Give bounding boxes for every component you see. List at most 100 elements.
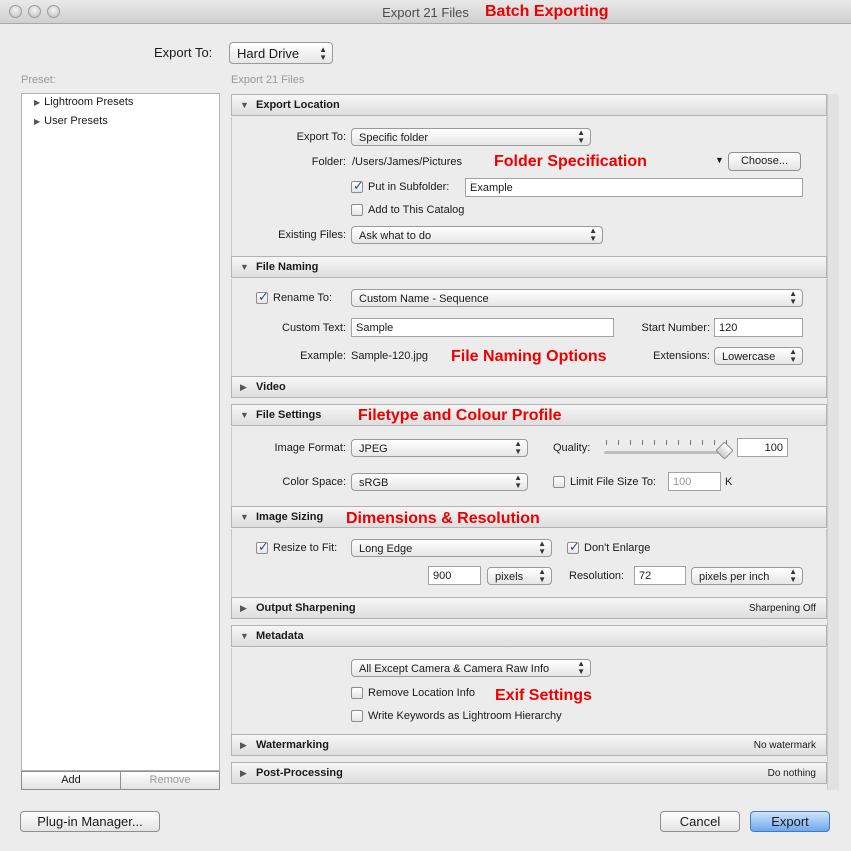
popup-arrows-icon: ▲ ▼ [789,567,797,584]
resize-label: Resize to Fit: [273,542,338,554]
section-title: File Naming [256,261,319,273]
export-location-popup[interactable]: Specific folder ▲ ▼ [351,128,591,146]
color-space-value: sRGB [359,477,389,489]
limit-size-checkbox[interactable] [553,476,565,488]
disclosure-expanded-icon[interactable]: ▼ [240,410,249,420]
slider-tick [678,440,679,445]
resolution-unit-popup[interactable]: pixels per inch ▲ ▼ [691,567,803,585]
limit-size-label: Limit File Size To: [570,476,656,488]
rename-checkbox[interactable] [256,289,269,305]
resolution-label: Resolution: [569,570,625,582]
existing-files-label: Existing Files: [278,229,346,241]
section-title: Image Sizing [256,511,324,523]
section-status: No watermark [753,740,816,751]
section-video[interactable]: ▶ Video [231,376,827,398]
section-title: Post-Processing [256,767,343,779]
slider-tick [618,440,619,445]
quality-slider-track[interactable] [604,451,730,454]
image-format-popup[interactable]: JPEG ▲ ▼ [351,439,528,457]
resolution-unit-value: pixels per inch [699,571,770,583]
section-title: Video [256,381,286,393]
section-post-processing[interactable]: ▶ Post-Processing Do nothing [231,762,827,784]
rename-template-popup[interactable]: Custom Name - Sequence ▲ ▼ [351,289,803,307]
metadata-include-popup[interactable]: All Except Camera & Camera Raw Info ▲ ▼ [351,659,591,677]
popup-arrows-icon: ▲ ▼ [589,226,597,243]
popup-arrows-icon: ▲ ▼ [514,473,522,490]
existing-files-value: Ask what to do [359,230,432,242]
remove-location-checkbox[interactable] [351,687,363,699]
example-value: Sample-120.jpg [351,350,429,362]
export-button[interactable]: Export [750,811,830,832]
disclosure-collapsed-icon[interactable]: ▶ [240,603,247,614]
section-export-location[interactable]: ▼ Export Location [231,94,827,116]
disclosure-expanded-icon[interactable]: ▼ [240,262,249,272]
files-header: Export 21 Files [231,74,305,86]
preset-list: ▶ Lightroom Presets ▶ User Presets [21,93,220,771]
popup-arrows-icon: ▲ ▼ [789,289,797,306]
subfolder-checkbox[interactable] [351,178,364,194]
example-label: Example: [300,350,346,362]
size-unit-popup[interactable]: pixels ▲ ▼ [487,567,552,585]
add-catalog-label: Add to This Catalog [368,204,465,216]
plugin-manager-button[interactable]: Plug-in Manager... [20,811,160,832]
preset-folder-lightroom[interactable]: ▶ Lightroom Presets [34,96,133,108]
subfolder-input[interactable]: Example [465,178,803,197]
section-file-naming[interactable]: ▼ File Naming [231,256,827,278]
disclosure-collapsed-icon[interactable]: ▶ [240,382,247,393]
write-keywords-checkbox[interactable] [351,710,363,722]
title-bar: Export 21 Files [0,0,851,24]
metadata-include-value: All Except Camera & Camera Raw Info [359,663,550,675]
disclosure-collapsed-icon[interactable]: ▶ [240,740,247,751]
resize-mode-value: Long Edge [359,543,413,555]
section-watermarking[interactable]: ▶ Watermarking No watermark [231,734,827,756]
dont-enlarge-checkbox[interactable] [567,539,580,555]
popup-arrows-icon: ▲ ▼ [514,439,522,456]
slider-tick [606,440,607,445]
resize-mode-popup[interactable]: Long Edge ▲ ▼ [351,539,552,557]
rename-template-value: Custom Name - Sequence [359,293,489,305]
disclosure-triangle-icon[interactable]: ▶ [34,117,40,126]
slider-tick [642,440,643,445]
resolution-input[interactable]: 72 [634,566,686,585]
add-catalog-checkbox[interactable] [351,204,363,216]
sections-scrollbar[interactable] [827,94,839,790]
disclosure-triangle-icon[interactable]: ▶ [34,98,40,107]
start-number-input[interactable]: 120 [714,318,803,337]
custom-text-label: Custom Text: [282,322,346,334]
choose-folder-button[interactable]: Choose... [728,152,801,171]
popup-arrows-icon: ▲ ▼ [577,128,585,145]
disclosure-expanded-icon[interactable]: ▼ [240,631,249,641]
slider-tick [714,440,715,445]
extensions-popup[interactable]: Lowercase ▲ ▼ [714,347,803,365]
preset-label: Preset: [21,74,56,86]
custom-text-input[interactable]: Sample [351,318,614,337]
preset-folder-user[interactable]: ▶ User Presets [34,115,108,127]
export-to-popup[interactable]: Hard Drive ▲ ▼ [229,42,333,64]
slider-tick [666,440,667,445]
annotation-folder: Folder Specification [494,153,647,170]
size-input[interactable]: 900 [428,566,481,585]
section-metadata[interactable]: ▼ Metadata [231,625,827,647]
existing-files-popup[interactable]: Ask what to do ▲ ▼ [351,226,603,244]
subfolder-label: Put in Subfolder: [368,181,450,193]
preset-folder-label: User Presets [44,115,108,127]
quality-input[interactable]: 100 [737,438,788,457]
cancel-button[interactable]: Cancel [660,811,740,832]
section-title: Watermarking [256,739,329,751]
slider-tick [690,440,691,445]
add-preset-button[interactable]: Add [21,771,121,790]
disclosure-collapsed-icon[interactable]: ▶ [240,768,247,779]
folder-history-icon[interactable]: ▼ [715,155,724,165]
section-title: Export Location [256,99,340,111]
resize-checkbox[interactable] [256,539,269,555]
section-output-sharpening[interactable]: ▶ Output Sharpening Sharpening Off [231,597,827,619]
export-to-label: Export To: [154,45,213,60]
disclosure-expanded-icon[interactable]: ▼ [240,512,249,522]
remove-preset-button[interactable]: Remove [120,771,220,790]
annotation-batch: Batch Exporting [485,3,609,20]
remove-location-label: Remove Location Info [368,687,476,699]
popup-arrows-icon: ▲ ▼ [319,45,327,62]
disclosure-expanded-icon[interactable]: ▼ [240,100,249,110]
limit-size-input[interactable]: 100 [668,472,721,491]
color-space-popup[interactable]: sRGB ▲ ▼ [351,473,528,491]
